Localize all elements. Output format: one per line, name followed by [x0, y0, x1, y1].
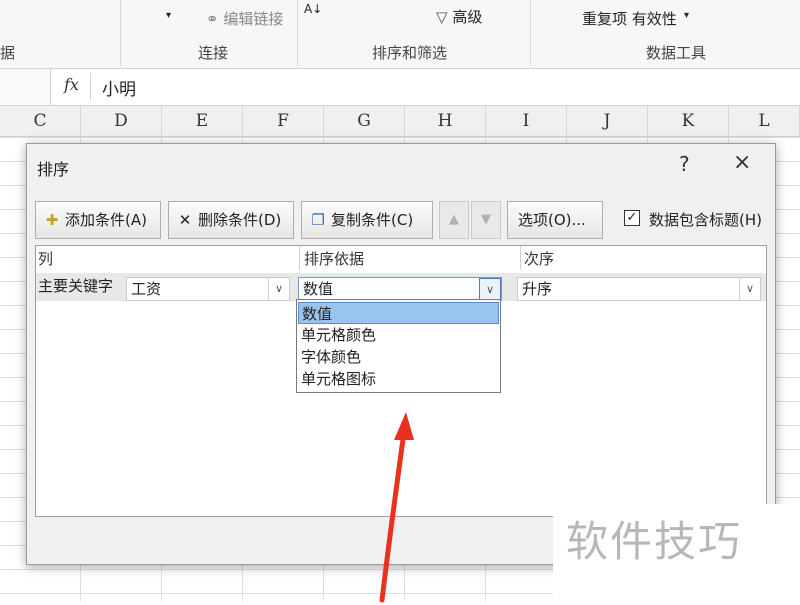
column-header[interactable]: C: [0, 106, 81, 136]
options-button[interactable]: 选项(O)...: [507, 201, 603, 239]
column-select[interactable]: 工资 ∨: [126, 277, 290, 301]
header-sort-on: 排序依据: [304, 250, 365, 268]
chevron-down-icon[interactable]: ∨: [268, 278, 289, 300]
column-header[interactable]: L: [729, 106, 800, 136]
close-button[interactable]: ×: [733, 150, 751, 175]
header-order: 次序: [524, 250, 555, 268]
copy-icon: ❐: [311, 211, 325, 229]
group-label-sort-filter: 排序和筛选: [372, 44, 448, 62]
group-label-connections: 连接: [198, 44, 229, 62]
ribbon-separator: [297, 0, 298, 66]
advanced-label: 高级: [452, 8, 483, 26]
dialog-title: 排序: [37, 160, 70, 179]
dropdown-option-font-color[interactable]: 字体颜色: [298, 346, 499, 368]
delete-condition-label: 删除条件(D): [198, 211, 282, 229]
chevron-down-icon[interactable]: ∨: [739, 278, 760, 300]
sort-on-select-value: 数值: [303, 280, 334, 298]
sort-on-select[interactable]: 数值 ∨: [298, 277, 502, 302]
order-select-value: 升序: [522, 280, 553, 298]
has-header-label[interactable]: 数据包含标题(H): [649, 209, 762, 230]
edit-links-label: 编辑链接: [223, 10, 284, 28]
delete-icon: ✕: [178, 211, 192, 229]
move-up-button[interactable]: ▲: [439, 201, 469, 239]
header-column: 列: [38, 250, 54, 268]
link-icon: ⚭: [206, 10, 219, 28]
order-select[interactable]: 升序 ∨: [517, 277, 761, 301]
column-headers: C D E F G H I J K L: [0, 106, 800, 137]
add-condition-label: 添加条件(A): [65, 211, 147, 229]
column-header[interactable]: E: [162, 106, 243, 136]
copy-condition-button[interactable]: ❐ 复制条件(C): [301, 201, 433, 239]
name-box[interactable]: [0, 69, 51, 105]
group-label-data-tools: 数据工具: [646, 44, 707, 62]
help-button[interactable]: ?: [679, 152, 690, 176]
dropdown-caret-icon: ▾: [684, 10, 690, 21]
column-header[interactable]: K: [648, 106, 729, 136]
advanced-filter-button[interactable]: ▽ 高级: [436, 6, 482, 27]
watermark-text: 软件技巧: [566, 517, 743, 566]
sort-on-dropdown-list: 数值 单元格颜色 字体颜色 单元格图标: [296, 299, 501, 393]
header-separator: [520, 246, 521, 270]
column-header[interactable]: G: [324, 106, 405, 136]
dropdown-option-cell-color[interactable]: 单元格颜色: [298, 324, 499, 346]
annotation-arrow: [379, 412, 414, 603]
delete-condition-button[interactable]: ✕ 删除条件(D): [168, 201, 294, 239]
column-select-value: 工资: [131, 280, 162, 298]
column-header[interactable]: J: [567, 106, 648, 136]
ribbon-separator: [530, 0, 531, 66]
move-down-button[interactable]: ▼: [471, 201, 501, 239]
add-condition-button[interactable]: ✚ 添加条件(A): [35, 201, 161, 239]
dropdown-option-cell-icon[interactable]: 单元格图标: [298, 368, 499, 390]
column-header[interactable]: D: [81, 106, 162, 136]
copy-condition-label: 复制条件(C): [331, 211, 414, 229]
remove-duplicates-validity[interactable]: 重复项 有效性: [582, 8, 677, 29]
primary-key-label: 主要关键字: [38, 277, 114, 295]
column-header[interactable]: I: [486, 106, 567, 136]
column-header[interactable]: F: [243, 106, 324, 136]
column-header[interactable]: H: [405, 106, 486, 136]
group-label-get-data: 据: [0, 44, 16, 62]
formula-input[interactable]: 小明: [102, 75, 136, 100]
formula-bar: fx 小明: [0, 69, 800, 106]
ribbon-separator: [120, 0, 121, 66]
add-condition-icon: ✚: [45, 211, 59, 229]
ribbon: ⚭ 编辑链接 A↓ ▽ 高级 重复项 有效性 ▾ ▾ 据 连接 排序和筛选 数据…: [0, 0, 800, 69]
header-separator: [299, 246, 300, 270]
formula-separator: [90, 73, 91, 101]
edit-links-button[interactable]: ⚭ 编辑链接: [206, 8, 283, 29]
funnel-icon: ▽: [436, 8, 448, 26]
dropdown-option-values[interactable]: 数值: [298, 302, 499, 324]
sort-az-icon[interactable]: A↓: [304, 2, 322, 16]
has-header-checkbox[interactable]: ✓: [624, 210, 640, 226]
insert-function-icon[interactable]: fx: [64, 75, 79, 94]
dropdown-caret-icon: ▾: [166, 10, 172, 21]
